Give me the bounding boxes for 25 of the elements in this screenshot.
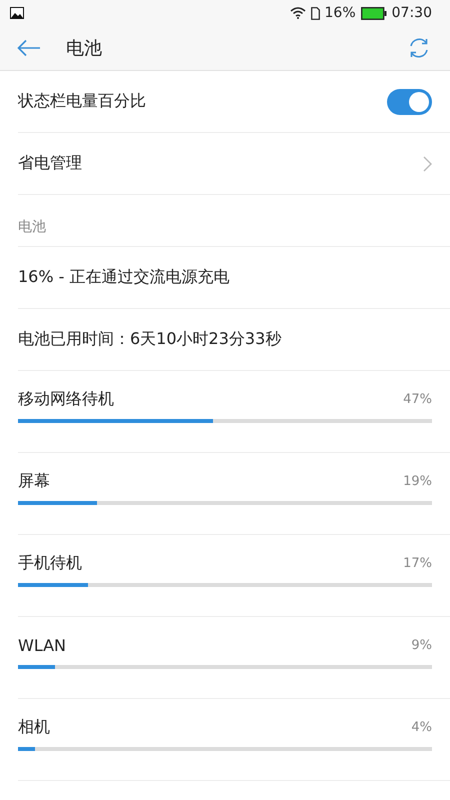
setting-label: 状态栏电量百分比	[18, 91, 146, 112]
usage-percent: 4%	[411, 720, 432, 734]
clock: 07:30	[392, 5, 432, 21]
usage-percent: 47%	[403, 392, 432, 406]
usage-percent: 19%	[403, 474, 432, 488]
page-title: 电池	[66, 37, 102, 60]
usage-name: WLAN	[18, 636, 66, 654]
sim-icon	[310, 6, 320, 20]
usage-name: 移动网络待机	[18, 388, 114, 410]
wifi-icon	[290, 7, 306, 19]
battery-percent: 16%	[324, 5, 356, 21]
usage-name: 相机	[18, 716, 50, 738]
usage-name: 手机待机	[18, 552, 82, 574]
battery-info-text: 16% - 正在通过交流电源充电	[18, 267, 230, 288]
chevron-icon[interactable]	[423, 156, 432, 172]
usage-percent: 9%	[411, 638, 432, 652]
gallery-icon	[10, 7, 24, 19]
back-icon[interactable]	[17, 39, 41, 57]
usage-percent: 17%	[403, 556, 432, 570]
setting-label: 省电管理	[18, 153, 82, 174]
usage-name: 屏幕	[18, 470, 50, 492]
battery-icon	[360, 6, 387, 20]
toggle-switch[interactable]	[387, 88, 432, 114]
section-title: 电池	[18, 218, 46, 236]
battery-info-text: 电池已用时间：6天10小时23分33秒	[18, 329, 282, 350]
